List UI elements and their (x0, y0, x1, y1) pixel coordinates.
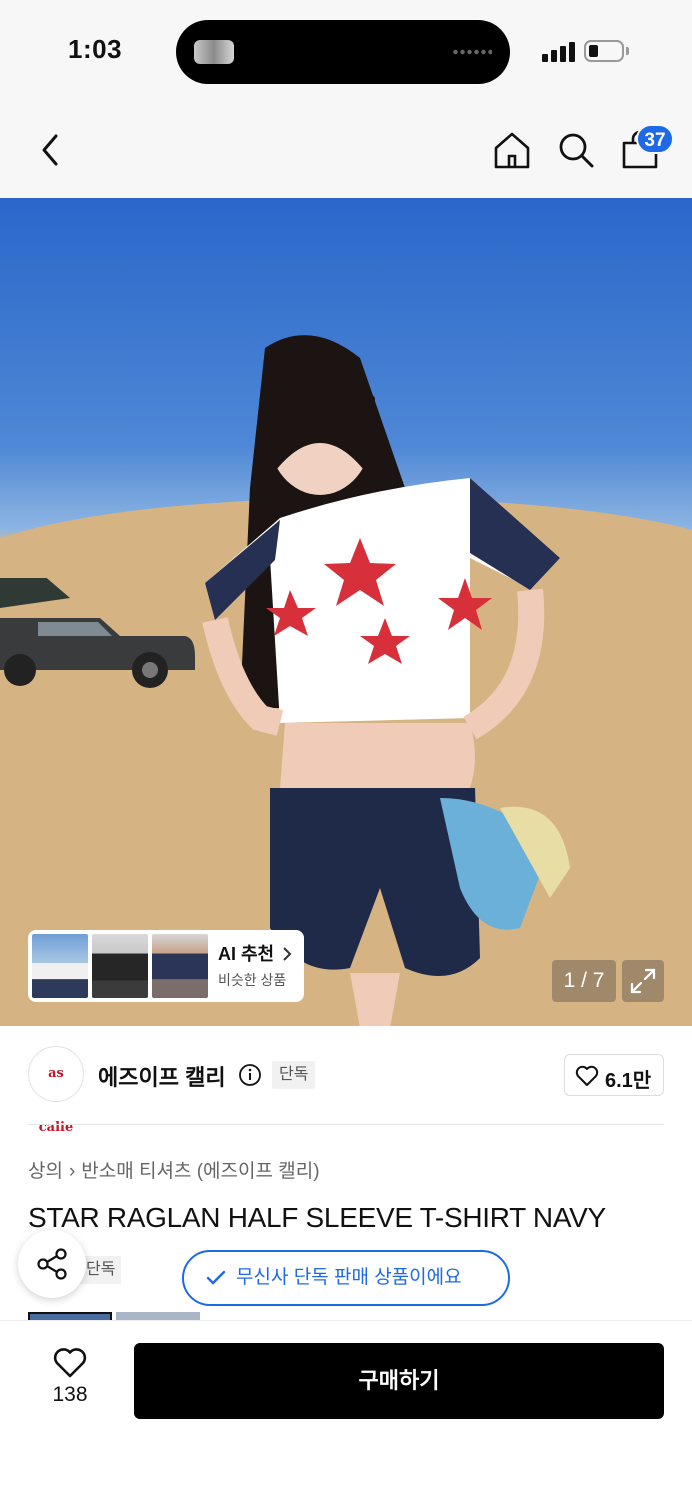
now-playing-thumb (194, 40, 234, 64)
back-icon[interactable] (34, 130, 66, 170)
status-bar: 1:03 (0, 0, 692, 100)
heart-icon (575, 1065, 599, 1086)
divider (28, 1124, 664, 1125)
ai-recommend-title: AI 추천 (218, 944, 275, 964)
breadcrumb-item-category[interactable]: 상의 (28, 1161, 63, 1182)
heart-icon (53, 1348, 87, 1378)
check-icon (206, 1270, 226, 1285)
home-icon[interactable] (492, 130, 532, 170)
info-icon[interactable] (238, 1063, 262, 1087)
brand-logo[interactable]: as calie (28, 1046, 84, 1135)
expand-icon[interactable] (622, 960, 664, 1002)
exclusive-sale-text: 무신사 단독 판매 상품이에요 (236, 1267, 462, 1288)
battery-icon (584, 40, 624, 62)
status-time: 1:03 (68, 34, 123, 64)
signal-icon (542, 40, 576, 62)
chevron-right-icon (283, 947, 292, 961)
battery-cap (626, 47, 629, 55)
image-counter: 1 / 7 (552, 960, 616, 1002)
ai-recommend-subtitle: 비슷한 상품 (218, 972, 287, 988)
share-button[interactable] (18, 1230, 86, 1298)
bottom-action-bar: 138 구매하기 (0, 1320, 692, 1500)
audio-wave-icon (452, 49, 492, 55)
exclusive-sale-pill[interactable]: 무신사 단독 판매 상품이에요 (182, 1250, 510, 1306)
product-hero-image[interactable]: 1 / 7 (0, 198, 692, 1026)
top-nav (0, 100, 692, 198)
ai-recommend-card[interactable]: AI 추천 비슷한 상품 (28, 930, 304, 1002)
brand-like-button[interactable]: 6.1만 (564, 1054, 664, 1096)
share-icon (37, 1248, 67, 1280)
chevron-right-icon: › (68, 1161, 76, 1182)
product-title: STAR RAGLAN HALF SLEEVE T-SHIRT NAVY (28, 1202, 606, 1233)
model-photo (202, 335, 570, 1026)
search-icon[interactable] (556, 130, 596, 170)
brand-like-count: 6.1만 (605, 1070, 652, 1092)
breadcrumb-item-subcategory[interactable]: 반소매 티셔츠 (에즈이프 캘리) (81, 1161, 319, 1182)
ai-thumb-2 (92, 934, 148, 998)
cart-count-badge: 37 (636, 124, 674, 154)
ai-thumb-1 (32, 934, 88, 998)
breadcrumb: 상의 › 반소매 티셔츠 (에즈이프 캘리) (28, 1156, 320, 1183)
brand-name[interactable]: 에즈이프 캘리 (98, 1060, 226, 1092)
ai-thumb-3 (152, 934, 208, 998)
wishlist-button[interactable]: 138 (40, 1345, 100, 1425)
dynamic-island (176, 20, 510, 84)
wishlist-count: 138 (52, 1383, 88, 1406)
exclusive-tag: 단독 (80, 1256, 122, 1284)
exclusive-tag: 단독 (272, 1061, 316, 1089)
buy-button[interactable]: 구매하기 (134, 1343, 664, 1419)
